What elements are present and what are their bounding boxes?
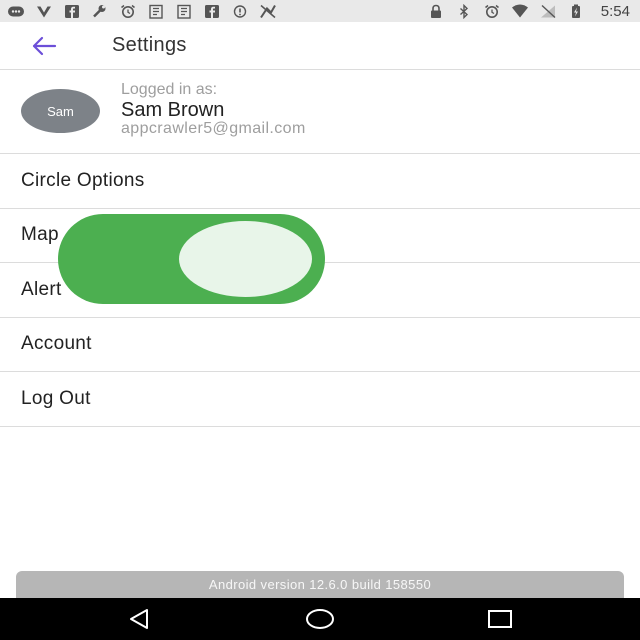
nav-back-button[interactable] xyxy=(120,606,160,632)
bluetooth-icon xyxy=(455,3,474,19)
system-icons: 5:54 xyxy=(427,3,630,20)
status-time: 5:54 xyxy=(600,2,630,20)
back-button[interactable] xyxy=(24,26,64,66)
chat-icon xyxy=(6,4,25,19)
user-name: Sam Brown xyxy=(121,99,225,121)
wrench-icon xyxy=(90,4,109,19)
arrow-left-icon xyxy=(32,36,57,55)
clipboard-icon xyxy=(174,4,193,19)
logged-in-label: Logged in as: xyxy=(121,81,218,98)
wifi-icon xyxy=(511,4,530,19)
toggle-switch[interactable] xyxy=(58,214,325,304)
navigation-bar xyxy=(0,598,640,640)
status-bar: 5:54 xyxy=(0,0,640,22)
profile-section: Sam Logged in as: Sam Brown appcrawler5@… xyxy=(0,71,640,154)
page-title: Settings xyxy=(112,34,187,56)
recents-square-icon xyxy=(488,610,512,628)
nav-home-button[interactable] xyxy=(300,606,340,632)
nav-recents-button[interactable] xyxy=(480,606,520,632)
alarm-icon xyxy=(118,4,137,19)
facebook-icon xyxy=(62,4,81,19)
app-bar: Settings xyxy=(0,22,640,70)
no-sim-icon xyxy=(539,4,558,19)
lock-icon xyxy=(427,4,446,19)
menu-item-circle-options[interactable]: Circle Options xyxy=(0,154,640,209)
notification-icons xyxy=(6,4,427,19)
version-banner: Android version 12.6.0 build 158550 xyxy=(16,571,624,598)
avatar: Sam xyxy=(21,89,100,133)
no-signal-icon xyxy=(258,4,277,19)
toggle-knob xyxy=(179,221,312,297)
user-email: appcrawler5@gmail.com xyxy=(121,120,306,137)
info-icon xyxy=(230,4,249,19)
vpn-icon xyxy=(34,4,53,19)
battery-charging-icon xyxy=(567,4,586,19)
home-circle-icon xyxy=(306,609,334,629)
alarm-icon xyxy=(483,4,502,19)
facebook-icon xyxy=(202,4,221,19)
menu-item-log-out[interactable]: Log Out xyxy=(0,372,640,427)
menu-item-account[interactable]: Account xyxy=(0,318,640,372)
clipboard-icon xyxy=(146,4,165,19)
back-triangle-icon xyxy=(130,609,148,629)
